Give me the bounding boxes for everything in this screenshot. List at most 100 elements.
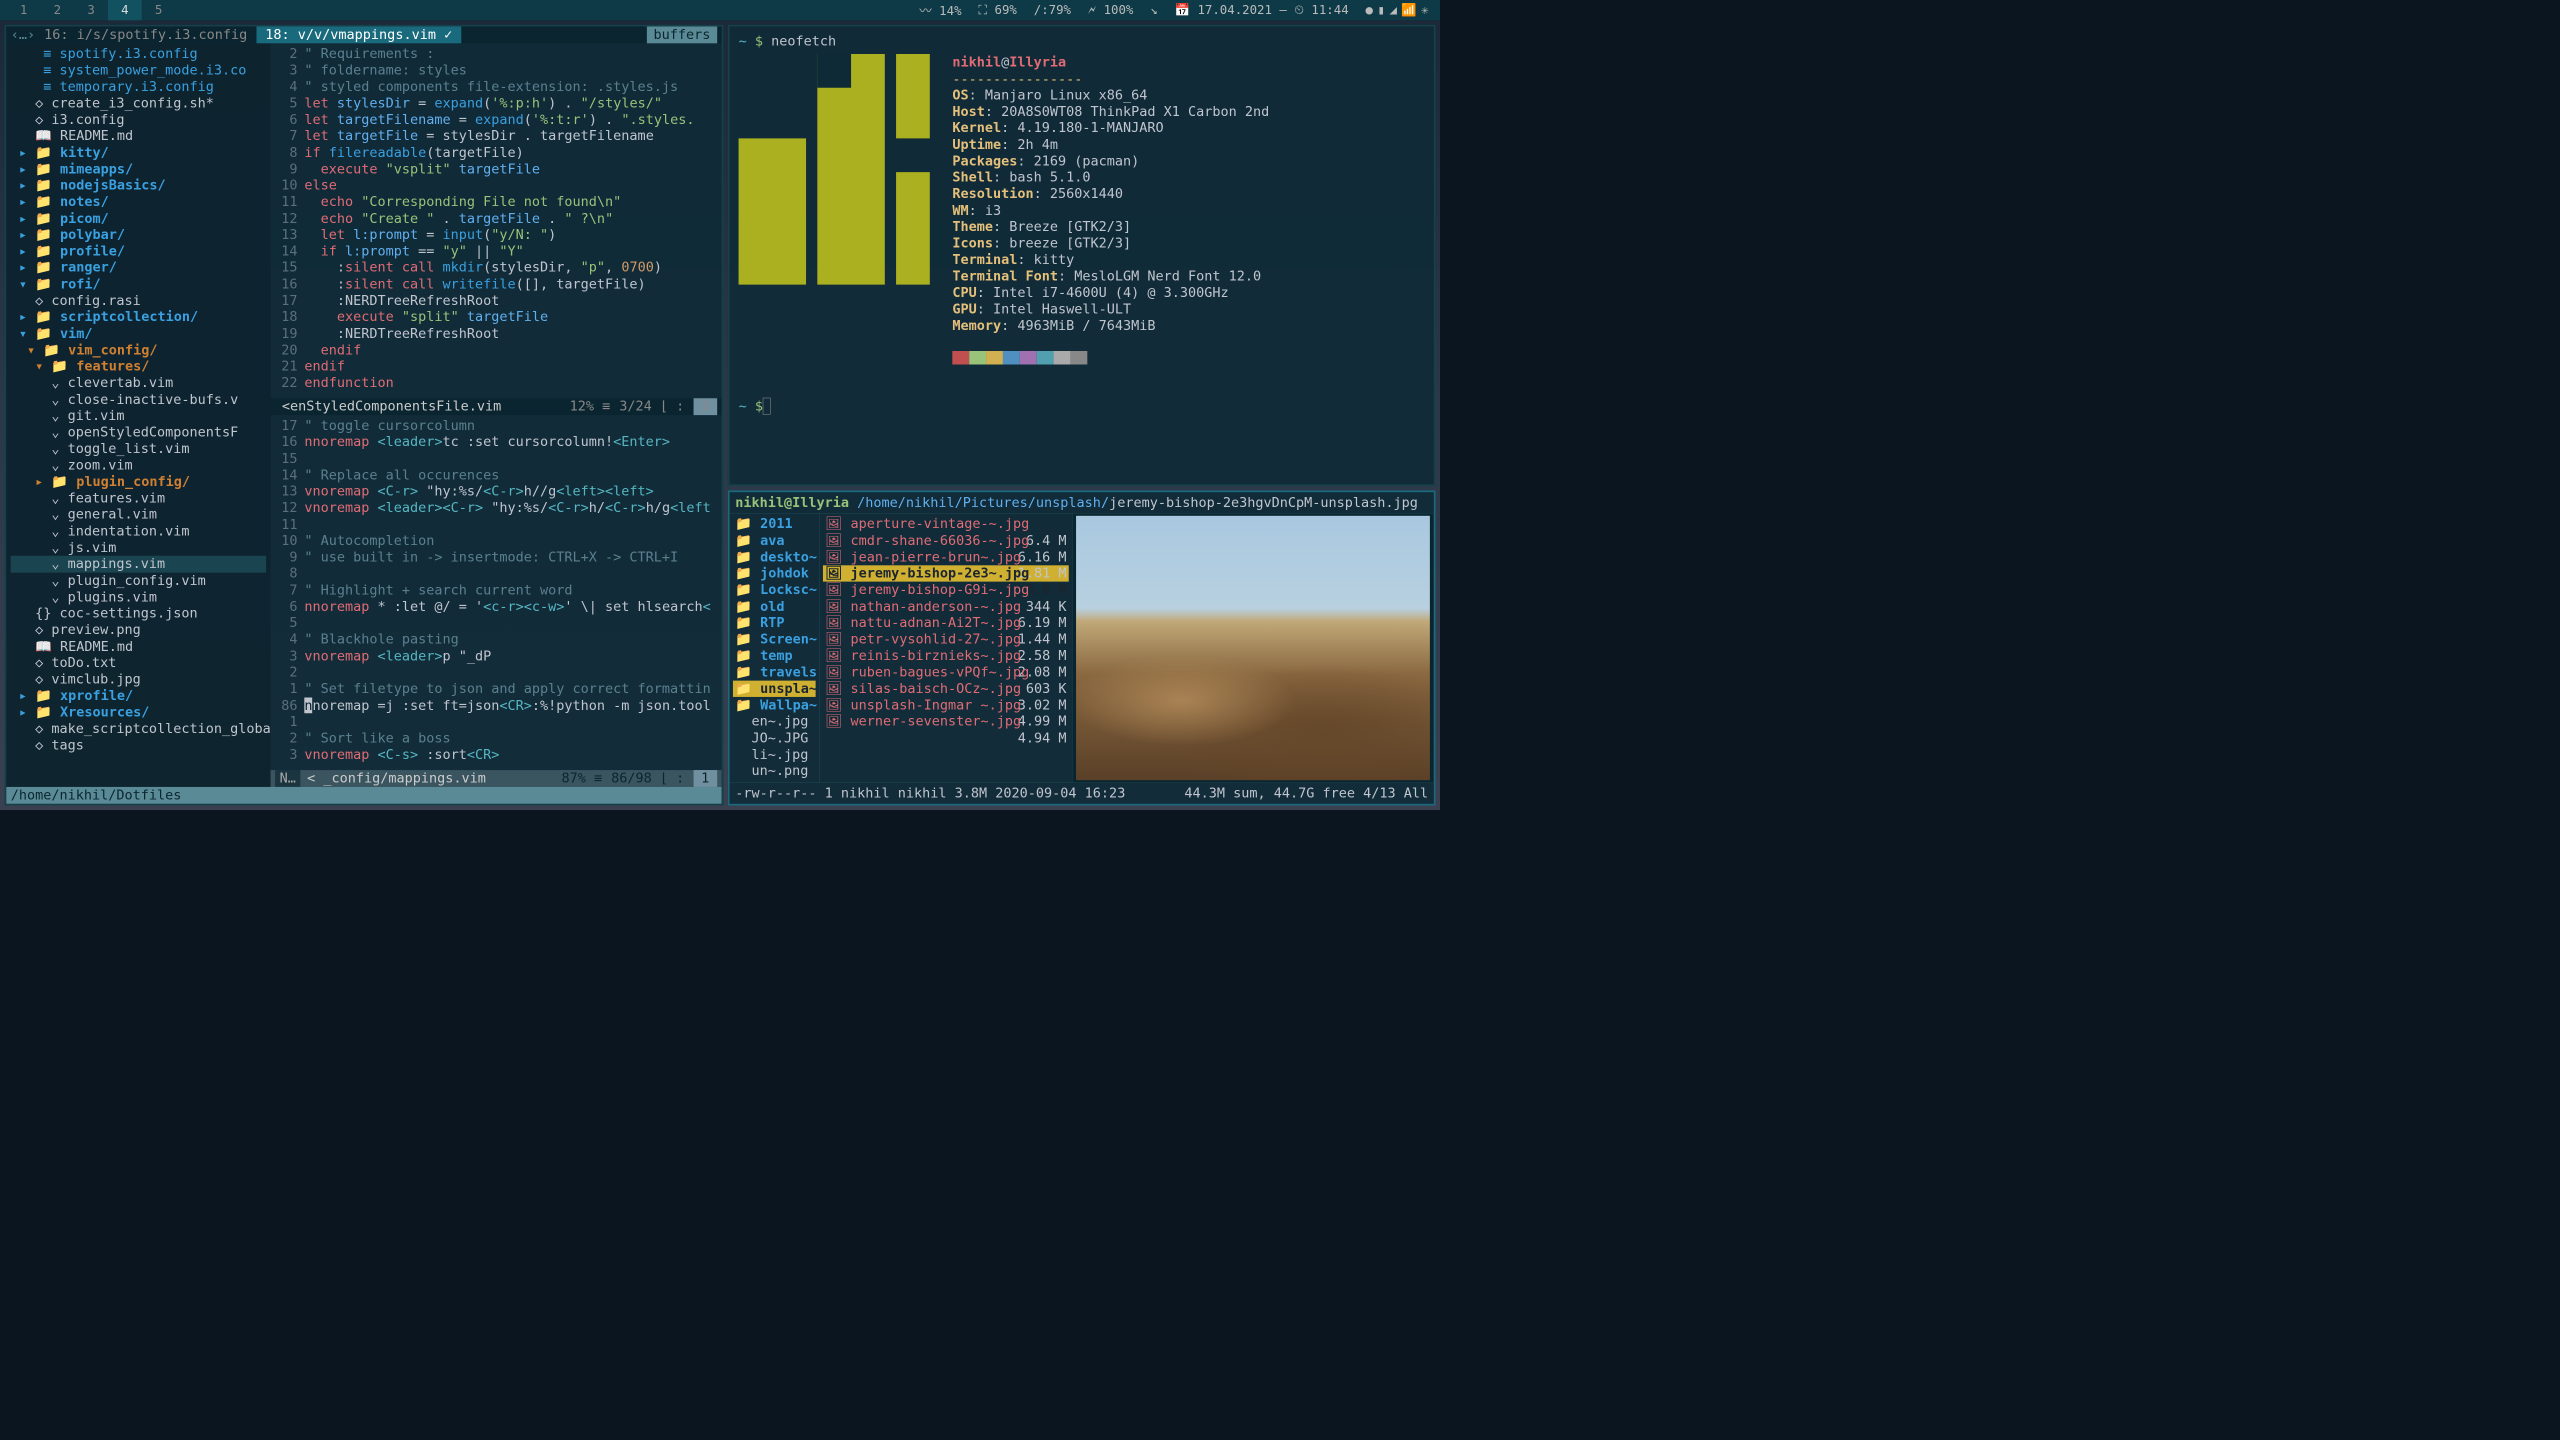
nerdtree-item[interactable]: ◇ tags <box>11 737 266 753</box>
vim-tabline[interactable]: ‹…› 16: i/s/spotify.i3.config 18: v/v/vm… <box>6 26 722 43</box>
nerdtree-item[interactable]: ⌄ indentation.vim <box>11 523 266 539</box>
vim-split-bottom[interactable]: 17" toggle cursorcolumn16nnoremap <leade… <box>271 415 722 770</box>
nerdtree-item[interactable]: ≡ system_power_mode.i3.co <box>11 62 266 78</box>
code-line[interactable]: 13 let l:prompt = input("y/N: ") <box>271 227 722 243</box>
nerdtree-item[interactable]: ⌄ mappings.vim <box>11 556 266 572</box>
nerdtree-item[interactable]: ⌄ clevertab.vim <box>11 375 266 391</box>
nerdtree-item[interactable]: ⌄ general.vim <box>11 506 266 522</box>
vim-tab-active[interactable]: 18: v/v/vmappings.vim ✓ <box>256 27 461 43</box>
code-line[interactable]: 1" Set filetype to json and apply correc… <box>271 681 722 697</box>
code-line[interactable]: 11 <box>271 516 722 532</box>
nerdtree-item[interactable]: ◇ i3.config <box>11 111 266 127</box>
code-line[interactable]: 4" Blackhole pasting <box>271 631 722 647</box>
nerdtree-item[interactable]: ▾ 📁 features/ <box>11 358 266 374</box>
code-line[interactable]: 9 execute "vsplit" targetFile <box>271 161 722 177</box>
vim-editor[interactable]: 2" Requirements :3" foldername: styles4"… <box>271 43 722 787</box>
nerdtree-item[interactable]: ▸ 📁 plugin_config/ <box>11 474 266 490</box>
code-line[interactable]: 14" Replace all occurences <box>271 467 722 483</box>
vim-window[interactable]: ‹…› 16: i/s/spotify.i3.config 18: v/v/vm… <box>5 25 724 806</box>
code-line[interactable]: 4" styled components file-extension: .st… <box>271 78 722 94</box>
nerdtree-item[interactable]: ≡ spotify.i3.config <box>11 46 266 62</box>
ranger-parent-item[interactable]: 📁 2011 <box>733 516 816 532</box>
ranger-parent-item[interactable]: 📁 Locksc~ <box>733 582 816 598</box>
code-line[interactable]: 2" Sort like a boss <box>271 730 722 746</box>
code-line[interactable]: 86nnoremap =j :set ft=json<CR>:%!python … <box>271 697 722 713</box>
nerdtree-item[interactable]: ◇ preview.png <box>11 622 266 638</box>
nerdtree-item[interactable]: 📖 README.md <box>11 128 266 144</box>
nerdtree-item[interactable]: ⌄ close-inactive-bufs.v <box>11 391 266 407</box>
ranger-parent-item[interactable]: 📁 Wallpa~ <box>733 697 816 713</box>
nerdtree-item[interactable]: ◇ make_scriptcollection_globa <box>11 721 266 737</box>
ranger-file-item[interactable]: 🖼 aperture-vintage-~.jpg6.4 M <box>823 516 1069 532</box>
ranger-parent-item[interactable]: li~.jpg <box>733 746 816 762</box>
nerdtree-item[interactable]: ▾ 📁 rofi/ <box>11 276 266 292</box>
ranger-parent-item[interactable]: 📁 travels <box>733 664 816 680</box>
ranger-parent-item[interactable]: 📁 unspla~ <box>733 681 816 697</box>
nerdtree-item[interactable]: ⌄ zoom.vim <box>11 457 266 473</box>
nerdtree-item[interactable]: ▸ 📁 kitty/ <box>11 144 266 160</box>
ranger-parent-item[interactable]: 📁 johdok <box>733 565 816 581</box>
nerdtree-sidebar[interactable]: ≡ spotify.i3.config ≡ system_power_mode.… <box>6 43 270 787</box>
nerdtree-item[interactable]: ◇ toDo.txt <box>11 655 266 671</box>
nerdtree-item[interactable]: ▸ 📁 Xresources/ <box>11 704 266 720</box>
code-line[interactable]: 16 :silent call writefile([], targetFile… <box>271 276 722 292</box>
nerdtree-item[interactable]: ⌄ openStyledComponentsF <box>11 424 266 440</box>
nerdtree-item[interactable]: ▾ 📁 vim_config/ <box>11 342 266 358</box>
nerdtree-item[interactable]: ⌄ js.vim <box>11 539 266 555</box>
nerdtree-item[interactable]: ▸ 📁 ranger/ <box>11 260 266 276</box>
code-line[interactable]: 6let targetFilename = expand('%:t:r') . … <box>271 111 722 127</box>
code-line[interactable]: 9" use built in -> insertmode: CTRL+X ->… <box>271 549 722 565</box>
nerdtree-item[interactable]: ◇ create_i3_config.sh* <box>11 95 266 111</box>
nerdtree-item[interactable]: ⌄ plugins.vim <box>11 589 266 605</box>
workspace-5[interactable]: 5 <box>142 0 176 20</box>
nerdtree-item[interactable]: ▸ 📁 mimeapps/ <box>11 161 266 177</box>
terminal-prompt-idle[interactable]: ~ $ <box>739 398 1425 414</box>
ranger-parent-item[interactable]: 📁 ava <box>733 532 816 548</box>
nerdtree-item[interactable]: ⌄ features.vim <box>11 490 266 506</box>
workspace-2[interactable]: 2 <box>41 0 75 20</box>
nerdtree-item[interactable]: ▸ 📁 notes/ <box>11 194 266 210</box>
code-line[interactable]: 2 <box>271 664 722 680</box>
code-line[interactable]: 3" foldername: styles <box>271 62 722 78</box>
code-line[interactable]: 12 echo "Create " . targetFile . " ?\n" <box>271 210 722 226</box>
code-line[interactable]: 21endif <box>271 358 722 374</box>
nerdtree-item[interactable]: ▾ 📁 vim/ <box>11 325 266 341</box>
workspace-4[interactable]: 4 <box>108 0 142 20</box>
ranger-window[interactable]: nikhil@Illyria /home/nikhil/Pictures/uns… <box>728 491 1436 806</box>
ranger-parent-item[interactable]: JO~.JPG <box>733 730 816 746</box>
code-line[interactable]: 10" Autocompletion <box>271 533 722 549</box>
code-line[interactable]: 15 <box>271 450 722 466</box>
code-line[interactable]: 12vnoremap <leader><C-r> "hy:%s/<C-r>h/<… <box>271 500 722 516</box>
vim-tab-inactive[interactable]: 16: i/s/spotify.i3.config <box>35 27 256 43</box>
code-line[interactable]: 15 :silent call mkdir(stylesDir, "p", 07… <box>271 260 722 276</box>
nerdtree-item[interactable]: ▸ 📁 profile/ <box>11 243 266 259</box>
nerdtree-item[interactable]: ⌄ git.vim <box>11 408 266 424</box>
ranger-parent-item[interactable]: 📁 old <box>733 598 816 614</box>
code-line[interactable]: 10else <box>271 177 722 193</box>
nerdtree-item[interactable]: ≡ temporary.i3.config <box>11 78 266 94</box>
code-line[interactable]: 3vnoremap <leader>p "_dP <box>271 648 722 664</box>
nerdtree-item[interactable]: ▸ 📁 xprofile/ <box>11 688 266 704</box>
vim-split-top[interactable]: 2" Requirements :3" foldername: styles4"… <box>271 43 722 398</box>
code-line[interactable]: 1 <box>271 714 722 730</box>
code-line[interactable]: 22endfunction <box>271 375 722 391</box>
code-line[interactable]: 3vnoremap <C-s> :sort<CR> <box>271 747 722 763</box>
code-line[interactable]: 18 execute "split" targetFile <box>271 309 722 325</box>
nerdtree-item[interactable]: ▸ 📁 nodejsBasics/ <box>11 177 266 193</box>
ranger-parent-item[interactable]: 📁 deskto~ <box>733 549 816 565</box>
workspace-3[interactable]: 3 <box>74 0 108 20</box>
code-line[interactable]: 8if filereadable(targetFile) <box>271 144 722 160</box>
code-line[interactable]: 16nnoremap <leader>tc :set cursorcolumn!… <box>271 434 722 450</box>
ranger-parent-item[interactable]: en~.jpg <box>733 714 816 730</box>
ranger-parent-item[interactable]: un~.png <box>733 763 816 779</box>
code-line[interactable]: 11 echo "Corresponding File not found\n" <box>271 194 722 210</box>
ranger-parent-item[interactable]: 📁 Screen~ <box>733 631 816 647</box>
code-line[interactable]: 17" toggle cursorcolumn <box>271 417 722 433</box>
ranger-main-column[interactable]: 🖼 aperture-vintage-~.jpg6.4 M🖼 cmdr-shan… <box>820 514 1073 783</box>
nerdtree-item[interactable]: {} coc-settings.json <box>11 605 266 621</box>
nerdtree-item[interactable]: ⌄ toggle_list.vim <box>11 441 266 457</box>
nerdtree-item[interactable]: ◇ vimclub.jpg <box>11 671 266 687</box>
code-line[interactable]: 2" Requirements : <box>271 46 722 62</box>
code-line[interactable]: 8 <box>271 566 722 582</box>
nerdtree-item[interactable]: ▸ 📁 scriptcollection/ <box>11 309 266 325</box>
